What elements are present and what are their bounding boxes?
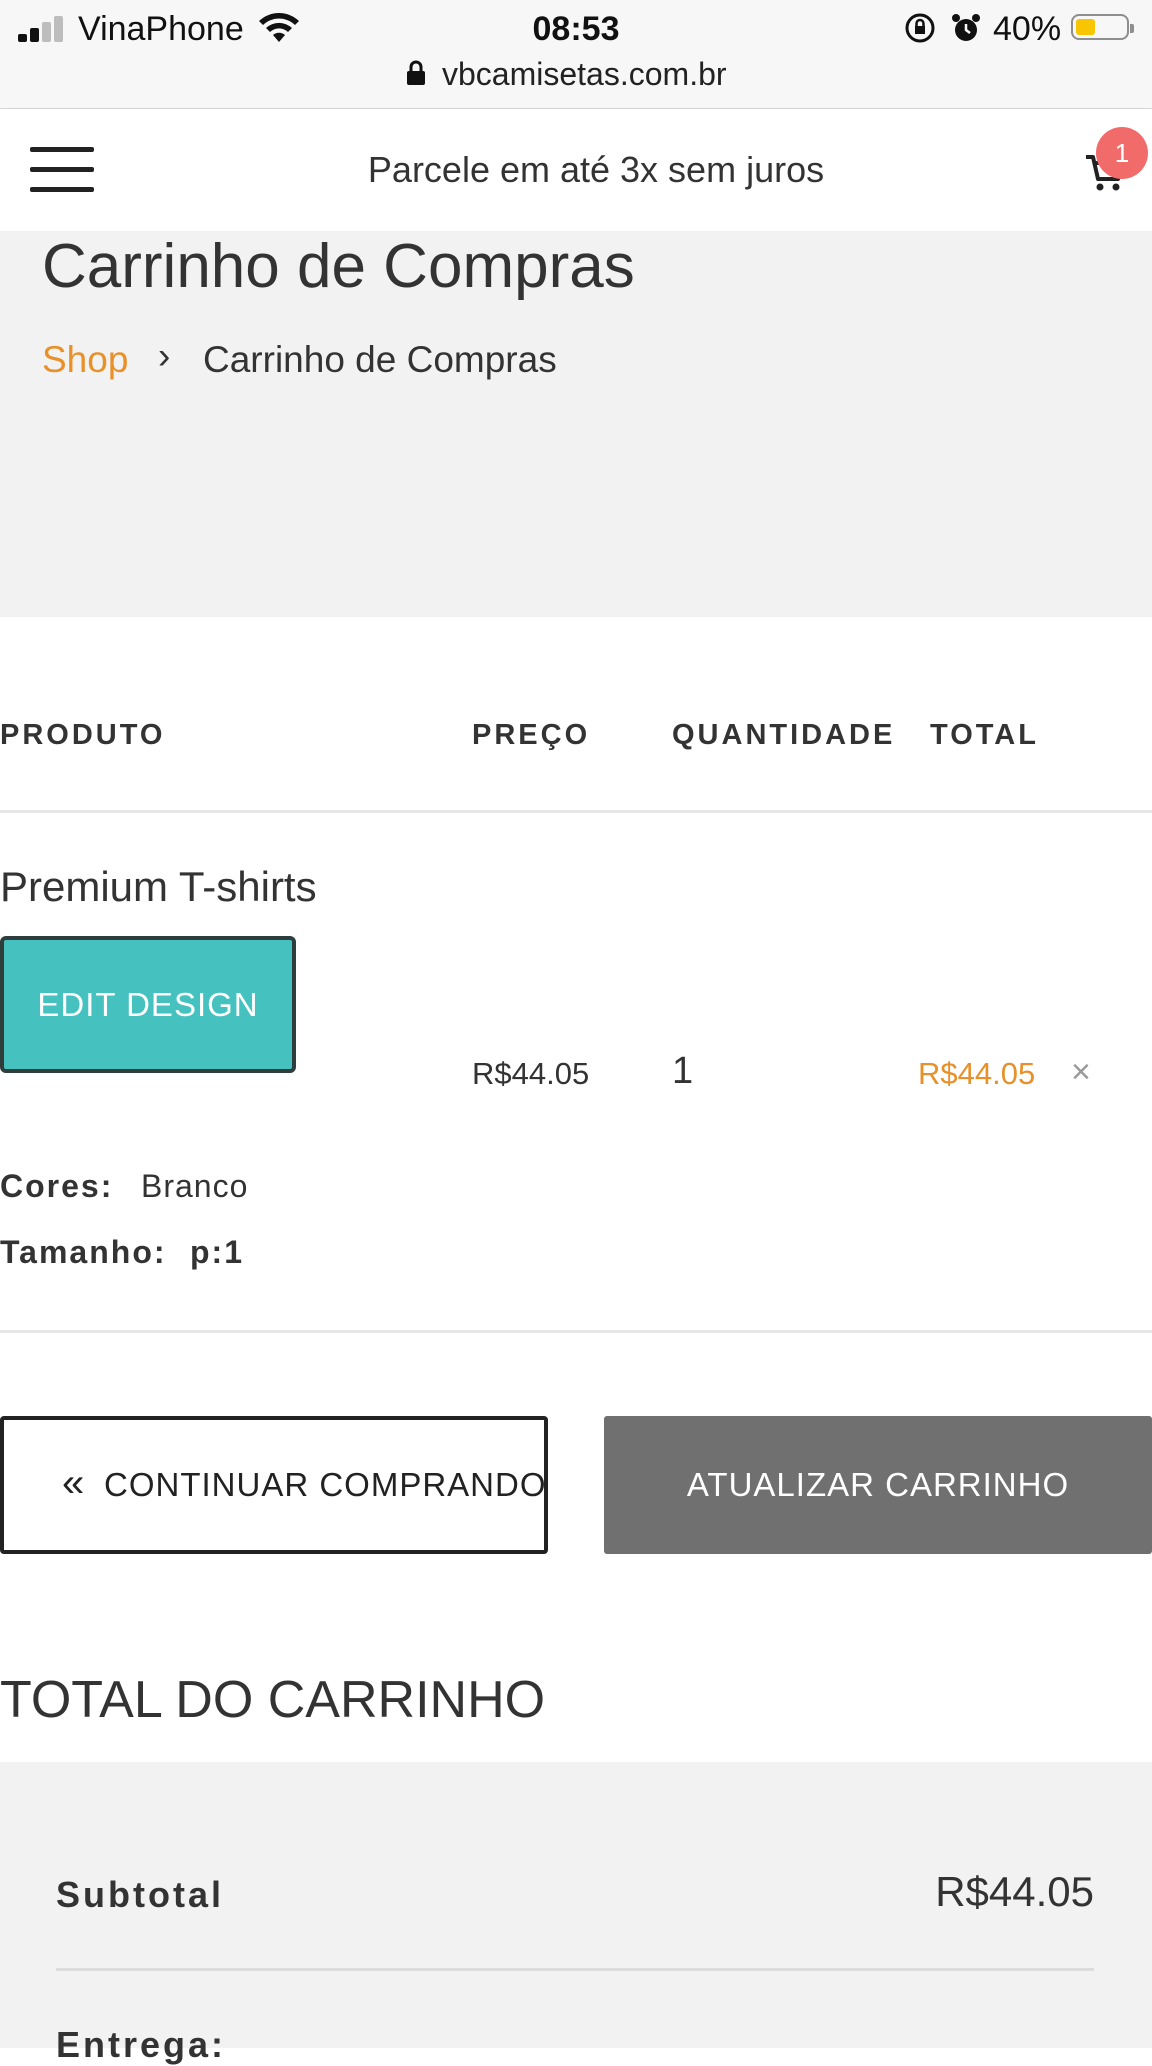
cart-totals-title: TOTAL DO CARRINHO	[0, 1671, 546, 1729]
double-chevron-left-icon: «	[62, 1461, 85, 1505]
quantity-input[interactable]: 1	[672, 1050, 693, 1093]
subtotal-value: R$44.05	[935, 1868, 1094, 1915]
subtotal-label: Subtotal	[56, 1874, 224, 1915]
column-header-price: PREÇO	[472, 719, 591, 751]
column-header-quantity: QUANTIDADE	[672, 719, 896, 751]
product-name[interactable]: Premium T-shirts	[0, 863, 317, 911]
table-row-divider	[0, 1330, 1152, 1333]
colors-value: Branco	[141, 1168, 249, 1204]
breadcrumb-shop-link[interactable]: Shop	[42, 339, 128, 381]
table-row: Premium T-shirts EDIT DESIGN R$44.05 1 R…	[0, 813, 1152, 1330]
site-header: Parcele em até 3x sem juros 1	[0, 109, 1152, 231]
status-bar: VinaPhone 08:53 40% vbcamisetas.com.br	[0, 0, 1152, 109]
column-header-product: PRODUTO	[0, 719, 166, 751]
orientation-lock-icon	[905, 13, 935, 43]
continue-shopping-button[interactable]: « CONTINUAR COMPRANDO	[0, 1416, 548, 1554]
remove-item-icon[interactable]: ×	[1071, 1053, 1091, 1092]
address-bar-url[interactable]: vbcamisetas.com.br	[442, 58, 727, 90]
page-title: Carrinho de Compras	[42, 232, 635, 301]
totals-divider	[56, 1968, 1094, 1971]
page-title-band: Carrinho de Compras Shop › Carrinho de C…	[0, 231, 1152, 617]
lock-icon	[407, 60, 425, 85]
continue-shopping-label: CONTINUAR COMPRANDO	[104, 1466, 547, 1503]
edit-design-button[interactable]: EDIT DESIGN	[0, 936, 296, 1073]
size-value: p:1	[190, 1234, 244, 1270]
battery-percent: 40%	[993, 10, 1062, 48]
breadcrumb-current: Carrinho de Compras	[203, 339, 557, 380]
shipping-label: Entrega:	[56, 2024, 227, 2065]
item-total: R$44.05	[918, 1056, 1036, 1091]
cart-count-badge: 1	[1096, 127, 1148, 179]
promo-text: Parcele em até 3x sem juros	[367, 149, 825, 190]
update-cart-button[interactable]: ATUALIZAR CARRINHO	[604, 1416, 1152, 1554]
colors-label: Cores:	[0, 1168, 114, 1204]
size-label: Tamanho:	[0, 1234, 167, 1270]
battery-icon	[1071, 14, 1134, 40]
alarm-icon	[952, 14, 980, 41]
breadcrumb-separator-icon: ›	[158, 335, 171, 376]
column-header-total: TOTAL	[930, 719, 1039, 751]
cart-totals-box: Subtotal R$44.05 Entrega:	[0, 1762, 1152, 2065]
item-price: R$44.05	[472, 1056, 590, 1091]
